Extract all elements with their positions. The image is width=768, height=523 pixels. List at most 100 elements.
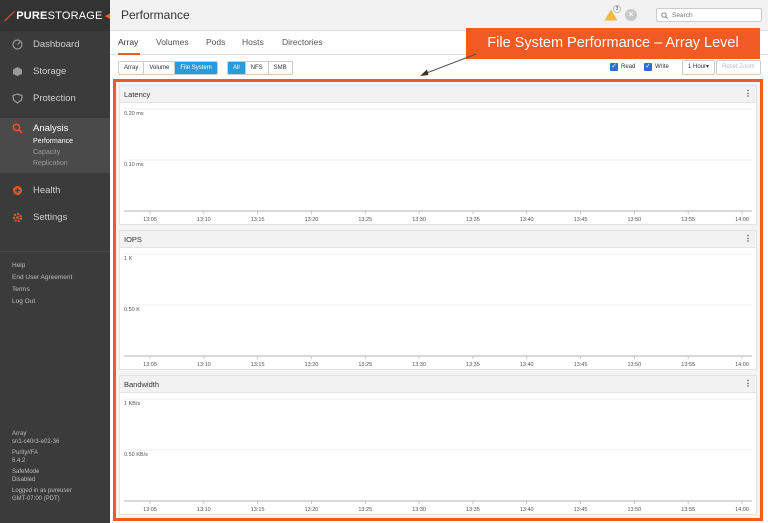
help-link[interactable]: Help: [0, 260, 110, 272]
kebab-menu-icon[interactable]: ⋮: [744, 234, 752, 243]
storage-icon: [12, 66, 23, 77]
iops-panel: IOPS ⋮ 1 K 0.50 K 13:05 13:10 13:15 13:20 13:2…: [119, 230, 757, 370]
sidebar-item-dashboard[interactable]: Dashboard: [0, 31, 110, 58]
sidebar-subitem-capacity[interactable]: Capacity: [0, 147, 110, 158]
sidebar: PURESTORAGE ◀ Dashboard Storage Protecti…: [0, 0, 110, 523]
x-tick-label: 13:20: [305, 507, 319, 513]
x-tick-label: 13:40: [520, 362, 534, 368]
x-tick-label: 13:55: [681, 217, 695, 223]
x-tick-label: 13:15: [251, 507, 265, 513]
panel-title: Bandwidth: [124, 380, 160, 389]
scope-array-button[interactable]: Array: [119, 62, 145, 74]
gear-icon: [12, 212, 23, 223]
sidebar-item-protection[interactable]: Protection: [0, 85, 110, 112]
y-tick-label: 1 KB/s: [124, 401, 140, 407]
checkmark-icon: ✓: [610, 63, 618, 71]
tab-array[interactable]: Array: [118, 37, 138, 47]
sidebar-item-label: Dashboard: [33, 39, 80, 50]
os-version: 6.4.2: [12, 458, 26, 464]
brand-logo[interactable]: PURESTORAGE ◀: [0, 0, 110, 31]
protocol-all-button[interactable]: All: [228, 62, 246, 74]
top-header: Performance 3 ✕: [110, 0, 768, 31]
charts-highlight-frame: Latency ⋮ 0.20 ms 0.10 ms 13:05 13:10 13:15 1…: [113, 79, 763, 521]
y-tick-label: 1 K: [124, 256, 133, 262]
x-tick-label: 13:35: [466, 362, 480, 368]
bandwidth-chart[interactable]: 1 KB/s 0.50 KB/s 13:05 13:10 13:15 13:20 13:25…: [120, 393, 756, 514]
y-tick-label: 0.10 ms: [124, 162, 144, 168]
pure-storage-logo-icon: [4, 10, 15, 21]
health-icon: [12, 185, 23, 196]
x-tick-label: 13:25: [358, 507, 372, 513]
read-checkbox[interactable]: ✓ Read: [610, 63, 635, 71]
x-tick-label: 13:05: [143, 362, 157, 368]
scope-volume-button[interactable]: Volume: [144, 62, 176, 74]
sidebar-item-label: Settings: [33, 212, 68, 223]
eula-link[interactable]: End User Agreement: [0, 272, 110, 284]
protocol-segment: All NFS SMB: [227, 61, 293, 75]
array-info: Array sn1-c40r3-e02-36 Purity//FA 6.4.2 …: [12, 430, 72, 503]
safemode-value: Disabled: [12, 477, 36, 483]
tab-pods[interactable]: Pods: [206, 37, 225, 47]
x-tick-label: 13:30: [412, 507, 426, 513]
panel-header: Bandwidth ⋮: [120, 376, 756, 393]
x-tick-label: 13:35: [466, 507, 480, 513]
sidebar-links: Help End User Agreement Terms Log Out: [0, 251, 110, 308]
search-icon: [661, 11, 668, 19]
sidebar-subitem-replication[interactable]: Replication: [0, 158, 110, 169]
checkmark-icon: ✓: [644, 63, 652, 71]
x-tick-label: 13:45: [574, 507, 588, 513]
login-label: Logged in as pureuser: [12, 488, 72, 494]
x-tick-label: 13:50: [627, 362, 641, 368]
reset-zoom-button[interactable]: Reset Zoom: [716, 60, 761, 75]
sidebar-item-analysis[interactable]: Analysis: [0, 120, 110, 136]
panel-title: Latency: [124, 90, 151, 99]
array-name: sn1-c40r3-e02-36: [12, 439, 60, 445]
close-icon[interactable]: ✕: [625, 9, 637, 21]
x-tick-label: 13:40: [520, 507, 534, 513]
x-tick-label: 13:30: [412, 362, 426, 368]
panel-header: IOPS ⋮: [120, 231, 756, 248]
dashboard-icon: [12, 39, 23, 50]
chevron-down-icon: ▾: [706, 64, 710, 70]
sidebar-group-analysis: Analysis Performance Capacity Replicatio…: [0, 118, 110, 173]
search-input[interactable]: [672, 11, 760, 19]
x-tick-label: 13:50: [627, 217, 641, 223]
x-tick-label: 13:05: [143, 507, 157, 513]
protocol-nfs-button[interactable]: NFS: [245, 62, 269, 74]
tab-hosts[interactable]: Hosts: [242, 37, 264, 47]
kebab-menu-icon[interactable]: ⋮: [744, 379, 752, 388]
kebab-menu-icon[interactable]: ⋮: [744, 89, 752, 98]
time-range-dropdown[interactable]: 1 Hour▾: [682, 60, 716, 75]
panel-title: IOPS: [124, 235, 142, 244]
page-title: Performance: [121, 8, 190, 22]
x-tick-label: 13:45: [574, 362, 588, 368]
sidebar-item-health[interactable]: Health: [0, 177, 110, 204]
x-tick-label: 13:45: [574, 217, 588, 223]
tab-directories[interactable]: Directories: [282, 37, 323, 47]
sidebar-item-label: Analysis: [33, 122, 69, 134]
sidebar-item-storage[interactable]: Storage: [0, 58, 110, 85]
logout-link[interactable]: Log Out: [0, 296, 110, 308]
terms-link[interactable]: Terms: [0, 284, 110, 296]
sidebar-subitem-performance[interactable]: Performance: [0, 136, 110, 147]
x-tick-label: 13:35: [466, 217, 480, 223]
iops-chart[interactable]: 1 K 0.50 K 13:05 13:10 13:15 13:20 13:25 13:30 1…: [120, 248, 756, 369]
tab-volumes[interactable]: Volumes: [156, 37, 189, 47]
x-tick-label: 13:20: [305, 362, 319, 368]
sidebar-item-label: Storage: [33, 66, 67, 77]
protocol-smb-button[interactable]: SMB: [268, 62, 292, 74]
sidebar-item-settings[interactable]: Settings: [0, 204, 110, 231]
x-tick-label: 14:00: [735, 507, 749, 513]
bandwidth-panel: Bandwidth ⋮ 1 KB/s 0.50 KB/s 13:05 13:10 13:…: [119, 375, 757, 515]
array-label: Array: [12, 431, 27, 437]
y-tick-label: 0.50 K: [124, 307, 140, 313]
x-tick-label: 13:10: [197, 507, 211, 513]
latency-chart[interactable]: 0.20 ms 0.10 ms 13:05 13:10 13:15 13:20 13:25 1…: [120, 103, 756, 224]
scope-file-system-button[interactable]: File System: [175, 62, 217, 74]
y-tick-label: 0.50 KB/s: [124, 452, 148, 458]
x-tick-label: 13:25: [358, 362, 372, 368]
write-checkbox[interactable]: ✓ Write: [644, 63, 669, 71]
x-tick-label: 13:20: [305, 217, 319, 223]
scope-segment: Array Volume File System: [118, 61, 218, 75]
x-tick-label: 13:30: [412, 217, 426, 223]
